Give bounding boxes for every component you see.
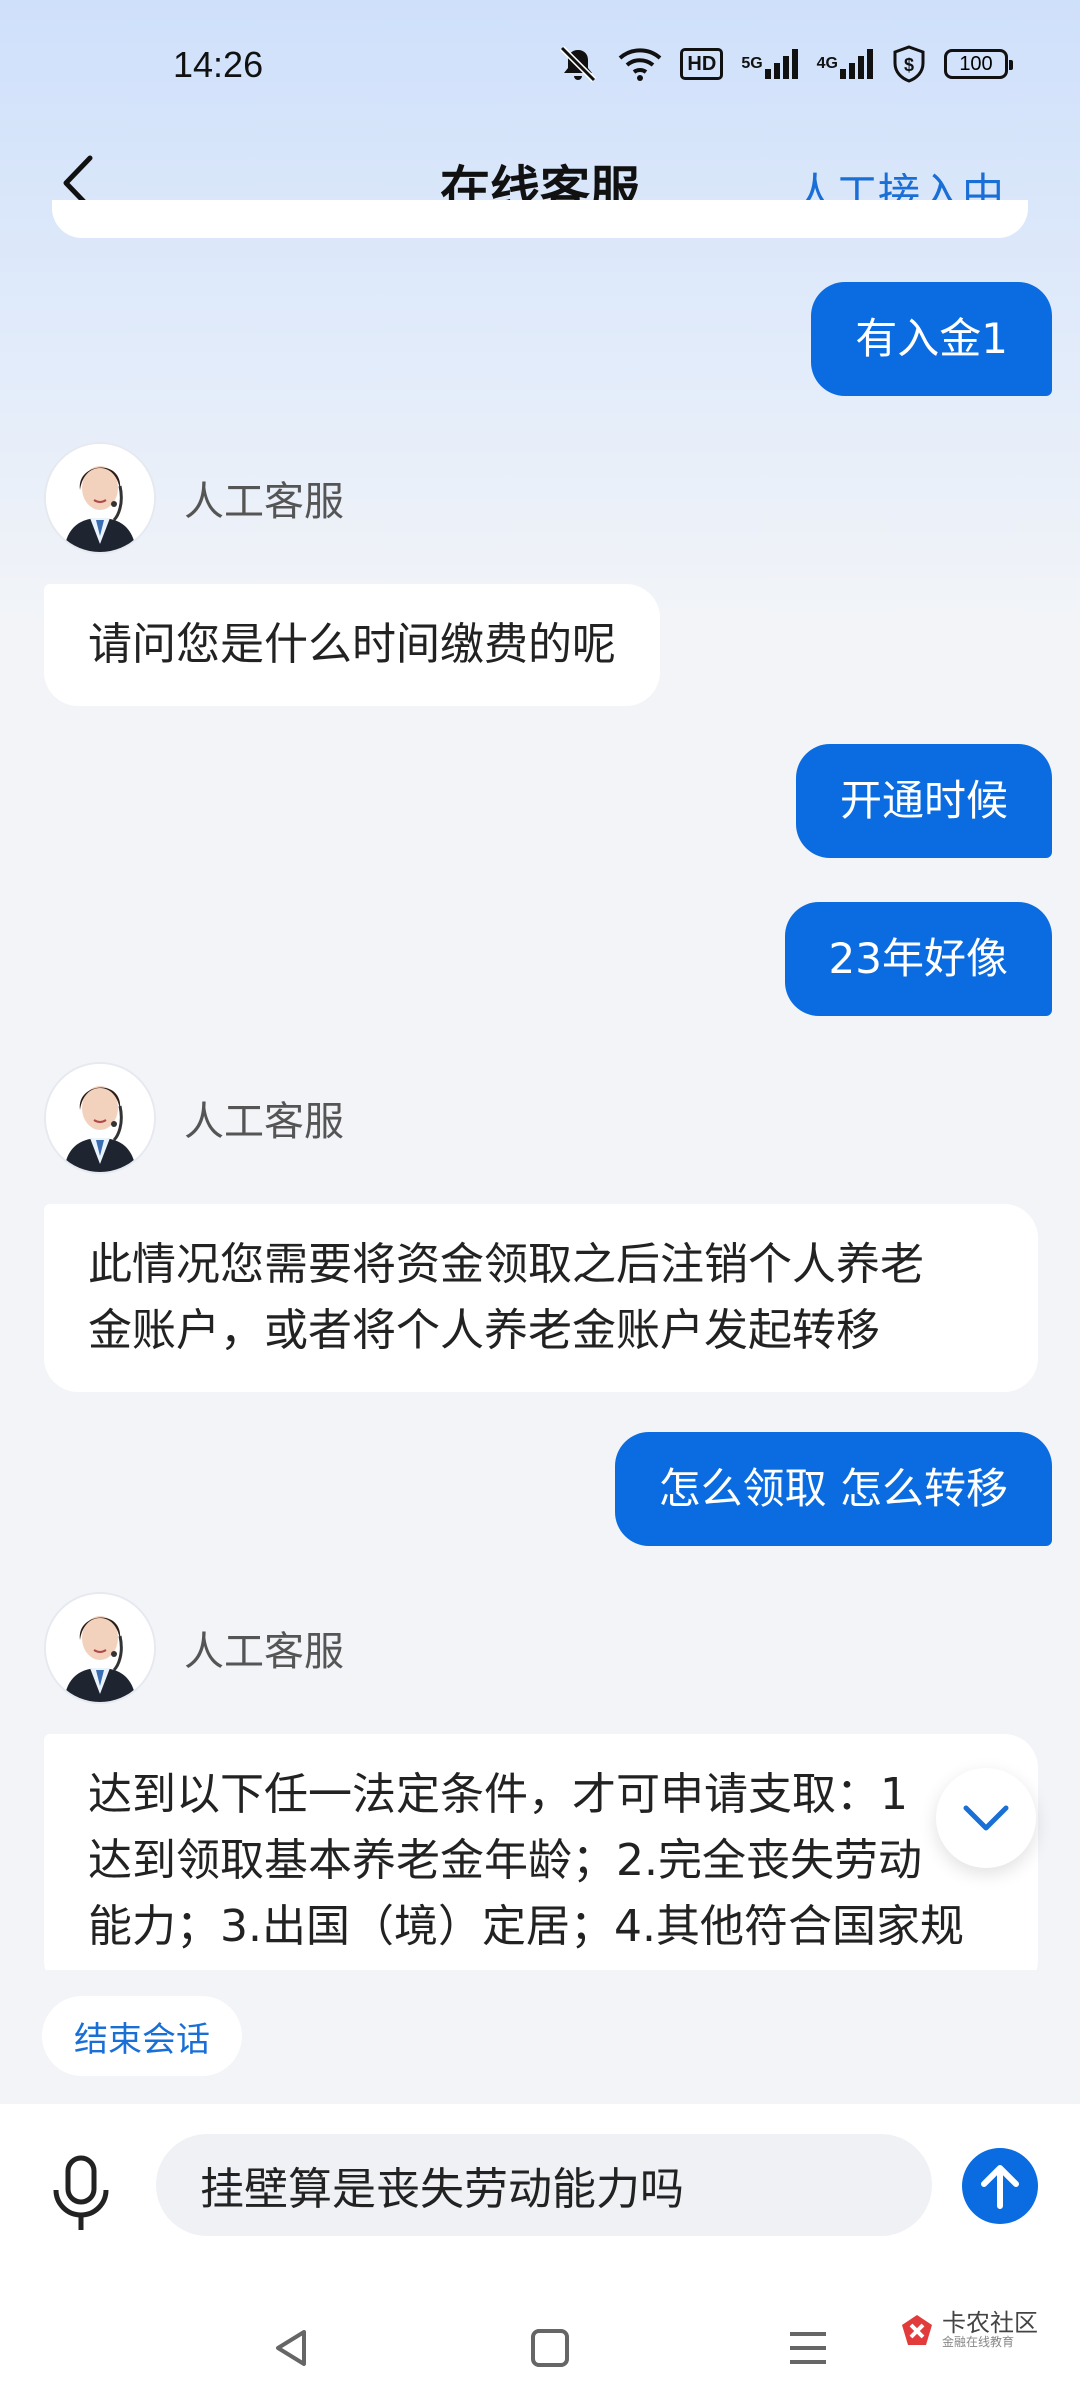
hd-voice-icon: HD <box>680 48 724 80</box>
agent-name: 人工客服 <box>184 1099 344 1145</box>
signal-4g-icon: 4G <box>817 49 874 79</box>
svg-text:$: $ <box>904 55 914 75</box>
arrow-up-icon <box>981 2165 1019 2209</box>
agent-avatar <box>44 1592 156 1704</box>
square-home-icon <box>531 2329 569 2367</box>
message-text: 有入金1 <box>855 314 1008 363</box>
system-navigation-bar: 卡农社区 金融在线教育 <box>0 2294 1080 2400</box>
status-icons: HD 5G 4G $ 100 <box>556 44 1013 84</box>
system-back-button[interactable] <box>262 2318 322 2378</box>
signal-5g-label: 5G <box>741 55 763 72</box>
input-bar: 挂壁算是丧失劳动能力吗 <box>0 2104 1080 2294</box>
message-line: 能力；3.出国（境）定居；4.其他符合国家规 <box>88 1901 964 1952</box>
user-message: 怎么领取 怎么转移 <box>614 1432 1052 1546</box>
agent-name: 人工客服 <box>184 1629 344 1675</box>
watermark-logo-icon <box>902 2314 932 2345</box>
wifi-icon <box>618 46 662 82</box>
scroll-to-bottom-button[interactable] <box>936 1768 1036 1868</box>
battery-icon: 100 <box>944 49 1013 79</box>
message-line: 达到领取基本养老金年龄；2.完全丧失劳动 <box>88 1835 922 1886</box>
system-home-button[interactable] <box>520 2318 580 2378</box>
message-text: 请问您是什么时间缴费的呢 <box>88 619 616 670</box>
user-message: 23年好像 <box>784 902 1052 1016</box>
triangle-back-icon <box>276 2330 306 2366</box>
mute-bell-icon <box>556 44 600 84</box>
microphone-icon <box>53 2155 109 2230</box>
system-menu-button[interactable] <box>778 2318 838 2378</box>
voice-input-button[interactable] <box>46 2150 116 2240</box>
chevron-down-icon <box>963 1805 1009 1831</box>
message-text: 开通时候 <box>839 776 1008 825</box>
chat-area[interactable]: 有入金1 人工客服 请问您是什么时间缴费的呢 开通时候 23年好像 人工客服 此… <box>0 260 1080 1970</box>
message-line: 达到以下任一法定条件，才可申请支取：1 <box>88 1769 908 1820</box>
agent-name: 人工客服 <box>184 479 344 525</box>
send-button[interactable] <box>962 2148 1038 2224</box>
status-time: 14:26 <box>173 44 264 85</box>
end-session-button[interactable]: 结束会话 <box>42 1996 242 2076</box>
message-input[interactable]: 挂壁算是丧失劳动能力吗 <box>156 2134 932 2236</box>
shield-dollar-icon: $ <box>892 45 926 83</box>
watermark-sub: 金融在线教育 <box>942 2335 1015 2350</box>
watermark: 卡农社区 金融在线教育 <box>900 2310 1038 2350</box>
agent-message: 请问您是什么时间缴费的呢 <box>44 584 660 706</box>
status-bar: 14:26 HD 5G 4G $ 100 <box>0 0 1080 130</box>
message-text: 怎么领取 怎么转移 <box>658 1464 1008 1513</box>
message-text: 23年好像 <box>828 934 1008 983</box>
agent-avatar <box>44 442 156 554</box>
watermark-text: 卡农社区 金融在线教育 <box>942 2310 1038 2350</box>
menu-lines-icon <box>790 2332 826 2364</box>
agent-header: 人工客服 <box>44 1592 344 1704</box>
message-line: 此情况您需要将资金领取之后注销个人养老 <box>88 1239 924 1290</box>
signal-5g-icon: 5G <box>741 49 798 79</box>
agent-header: 人工客服 <box>44 442 344 554</box>
previous-card-edge <box>52 200 1028 238</box>
signal-4g-label: 4G <box>816 55 838 72</box>
message-line: 金账户，或者将个人养老金账户发起转移 <box>88 1305 880 1356</box>
user-message: 开通时候 <box>795 744 1052 858</box>
watermark-main: 卡农社区 <box>942 2309 1038 2337</box>
agent-avatar <box>44 1062 156 1174</box>
agent-header: 人工客服 <box>44 1062 344 1174</box>
agent-message: 此情况您需要将资金领取之后注销个人养老 金账户，或者将个人养老金账户发起转移 <box>44 1204 1038 1392</box>
agent-message: 达到以下任一法定条件，才可申请支取：1 达到领取基本养老金年龄；2.完全丧失劳动… <box>44 1734 1038 1970</box>
user-message: 有入金1 <box>811 282 1052 396</box>
